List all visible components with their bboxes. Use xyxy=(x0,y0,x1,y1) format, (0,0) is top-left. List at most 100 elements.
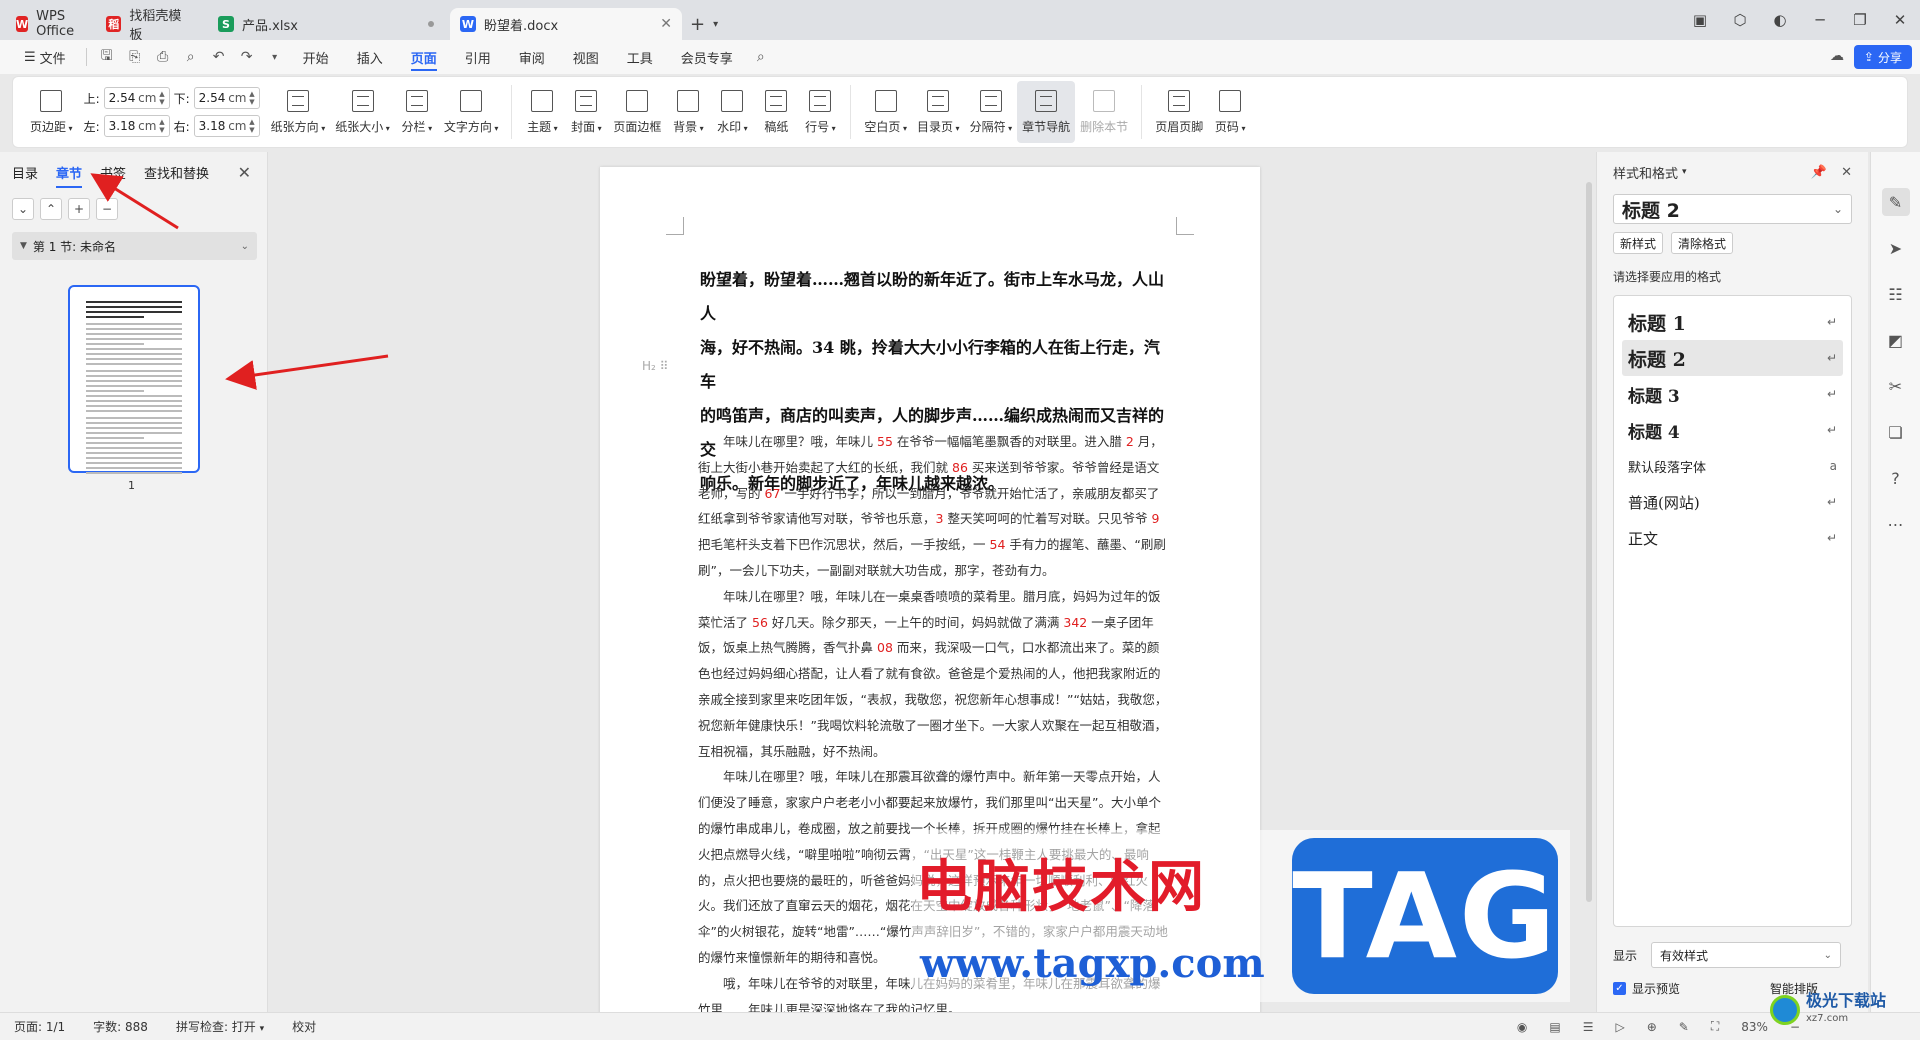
zoom-level[interactable]: 83% xyxy=(1741,1020,1768,1034)
adjust-icon[interactable]: ☷ xyxy=(1882,280,1910,308)
delete-section-button[interactable]: 删除本节 xyxy=(1075,81,1133,143)
spinner-icon[interactable]: ▲ ▼ xyxy=(159,118,164,134)
text-direction-button[interactable]: 文字方向 xyxy=(439,81,504,143)
close-icon[interactable]: ✕ xyxy=(1841,165,1852,180)
theme-button[interactable]: 主题 xyxy=(520,81,564,143)
line-number-button[interactable]: 行号 xyxy=(798,81,842,143)
tab-docx[interactable]: W 盼望着.docx ✕ xyxy=(450,8,682,40)
spinner-icon[interactable]: ▲ ▼ xyxy=(249,90,254,106)
cover-button[interactable]: 封面 xyxy=(564,81,608,143)
chevron-down-icon[interactable]: ⌄ xyxy=(241,241,249,252)
style-item-heading-1[interactable]: 标题 1 ↵ xyxy=(1622,304,1843,340)
tab-xlsx[interactable]: S 产品.xlsx xyxy=(208,8,444,40)
style-item-default-font[interactable]: 默认段落字体 a xyxy=(1622,448,1843,484)
cube-icon[interactable]: ⬡ xyxy=(1720,11,1760,29)
export-icon[interactable]: ⎘ xyxy=(121,43,149,71)
vertical-scrollbar[interactable] xyxy=(1586,182,1592,902)
top-margin-input[interactable]: 2.54 cm ▲ ▼ xyxy=(103,87,170,109)
share-button[interactable]: ⇪ 分享 xyxy=(1853,45,1912,69)
tools-icon[interactable]: ✂ xyxy=(1882,372,1910,400)
page-thumbnail[interactable] xyxy=(68,285,200,474)
styles-pane-title[interactable]: 样式和格式 xyxy=(1613,163,1678,182)
file-menu[interactable]: ☰ 文件 xyxy=(10,40,80,74)
avatar[interactable]: ◐ xyxy=(1760,11,1800,29)
toc-page-button[interactable]: 目录页 xyxy=(912,81,965,143)
close-tab-icon[interactable]: ✕ xyxy=(660,16,672,32)
expand-icon[interactable]: ⌃ xyxy=(40,198,62,220)
spell-check[interactable]: 拼写检查: 打开 ▾ xyxy=(176,1018,264,1035)
manuscript-button[interactable]: 稿纸 xyxy=(754,81,798,143)
tab-find-replace[interactable]: 查找和替换 xyxy=(144,163,209,182)
help-icon[interactable]: ? xyxy=(1882,464,1910,492)
section-item[interactable]: ▼ 第 1 节: 未命名 ⌄ xyxy=(12,232,257,260)
print-preview-icon[interactable]: ⌕ xyxy=(177,43,205,71)
book-icon[interactable]: ❏ xyxy=(1882,418,1910,446)
more-icon[interactable]: ⋯ xyxy=(1882,510,1910,538)
tab-sections[interactable]: 章节 xyxy=(56,163,83,188)
add-section-icon[interactable]: + xyxy=(68,198,90,220)
menu-view[interactable]: 视图 xyxy=(559,40,613,74)
background-button[interactable]: 背景 xyxy=(666,81,710,143)
header-footer-button[interactable]: 页眉页脚 xyxy=(1150,81,1208,143)
fit-page-icon[interactable]: ⛶ xyxy=(1711,1019,1719,1034)
separator-button[interactable]: 分隔符 xyxy=(965,81,1018,143)
orientation-button[interactable]: 纸张方向 xyxy=(266,81,331,143)
collapse-icon[interactable]: ⌄ xyxy=(12,198,34,220)
outline-view-icon[interactable]: ☰ xyxy=(1583,1020,1594,1034)
blank-page-button[interactable]: 空白页 xyxy=(859,81,912,143)
select-cursor-icon[interactable]: ➤ xyxy=(1882,234,1910,262)
columns-button[interactable]: 分栏 xyxy=(395,81,439,143)
current-style-select[interactable]: 标题 2 ⌄ xyxy=(1613,194,1852,224)
print-icon[interactable]: ⎙ xyxy=(149,43,177,71)
word-count[interactable]: 字数: 888 xyxy=(93,1018,148,1035)
style-item-heading-2[interactable]: 标题 2 ↵ xyxy=(1622,340,1843,376)
spinner-icon[interactable]: ▲ ▼ xyxy=(159,90,164,106)
style-pen-icon[interactable]: ✎ xyxy=(1881,188,1910,216)
chevron-down-icon[interactable]: ▾ xyxy=(261,43,289,71)
shape-icon[interactable]: ◩ xyxy=(1882,326,1910,354)
menu-insert[interactable]: 插入 xyxy=(343,40,397,74)
right-margin-input[interactable]: 3.18 cm ▲ ▼ xyxy=(193,115,260,137)
save-icon[interactable]: 🖫 xyxy=(93,43,121,71)
new-tab-button[interactable]: + ▾ xyxy=(690,8,718,40)
tab-wps-office[interactable]: W WPS Office xyxy=(6,8,90,40)
section-nav-button[interactable]: 章节导航 xyxy=(1017,81,1076,143)
style-item-normal-web[interactable]: 普通(网站) ↵ xyxy=(1622,484,1843,520)
page-view-icon[interactable]: ▤ xyxy=(1549,1020,1560,1034)
menu-reference[interactable]: 引用 xyxy=(451,40,505,74)
bottom-margin-input[interactable]: 2.54 cm ▲ ▼ xyxy=(193,87,260,109)
clear-format-button[interactable]: 清除格式 xyxy=(1671,232,1734,254)
redo-icon[interactable]: ↷ xyxy=(233,43,261,71)
tab-template[interactable]: 稻 找稻壳模板 xyxy=(96,8,202,43)
play-icon[interactable]: ▷ xyxy=(1616,1020,1625,1034)
eye-icon[interactable]: ◉ xyxy=(1517,1020,1527,1034)
page-count[interactable]: 页面: 1/1 xyxy=(14,1018,65,1035)
new-style-button[interactable]: 新样式 xyxy=(1613,232,1664,254)
pin-icon[interactable]: 📌 xyxy=(1811,165,1827,180)
web-view-icon[interactable]: ⊕ xyxy=(1647,1020,1657,1034)
close-window-icon[interactable]: ✕ xyxy=(1880,11,1920,29)
page-margin-button[interactable]: 页边距 xyxy=(25,81,78,143)
watermark-button[interactable]: 水印 xyxy=(710,81,754,143)
page-border-button[interactable]: 页面边框 xyxy=(608,81,666,143)
spinner-icon[interactable]: ▲ ▼ xyxy=(249,118,254,134)
heading-level-marker[interactable]: H₂ ⠿ xyxy=(642,359,668,373)
style-item-heading-3[interactable]: 标题 3 ↵ xyxy=(1622,376,1843,412)
tab-bookmarks[interactable]: 书签 xyxy=(100,163,126,182)
remove-section-icon[interactable]: − xyxy=(96,198,118,220)
tab-toc[interactable]: 目录 xyxy=(12,163,38,182)
cloud-sync-icon[interactable]: ☁ xyxy=(1830,48,1844,64)
menu-review[interactable]: 审阅 xyxy=(505,40,559,74)
show-select[interactable]: 有效样式 ⌄ xyxy=(1651,942,1842,968)
style-item-body[interactable]: 正文 ↵ xyxy=(1622,520,1843,556)
pen-icon[interactable]: ✎ xyxy=(1679,1020,1689,1034)
page-number-button[interactable]: 页码 xyxy=(1208,81,1252,143)
menu-home[interactable]: 开始 xyxy=(289,40,343,74)
undo-icon[interactable]: ↶ xyxy=(205,43,233,71)
checkbox-checked-icon[interactable]: ✓ xyxy=(1613,982,1626,995)
search-icon[interactable]: ⌕ xyxy=(747,43,775,71)
left-margin-input[interactable]: 3.18 cm ▲ ▼ xyxy=(103,115,170,137)
menu-tools[interactable]: 工具 xyxy=(613,40,667,74)
minimize-icon[interactable]: ─ xyxy=(1800,11,1840,29)
proofread[interactable]: 校对 xyxy=(292,1018,316,1035)
